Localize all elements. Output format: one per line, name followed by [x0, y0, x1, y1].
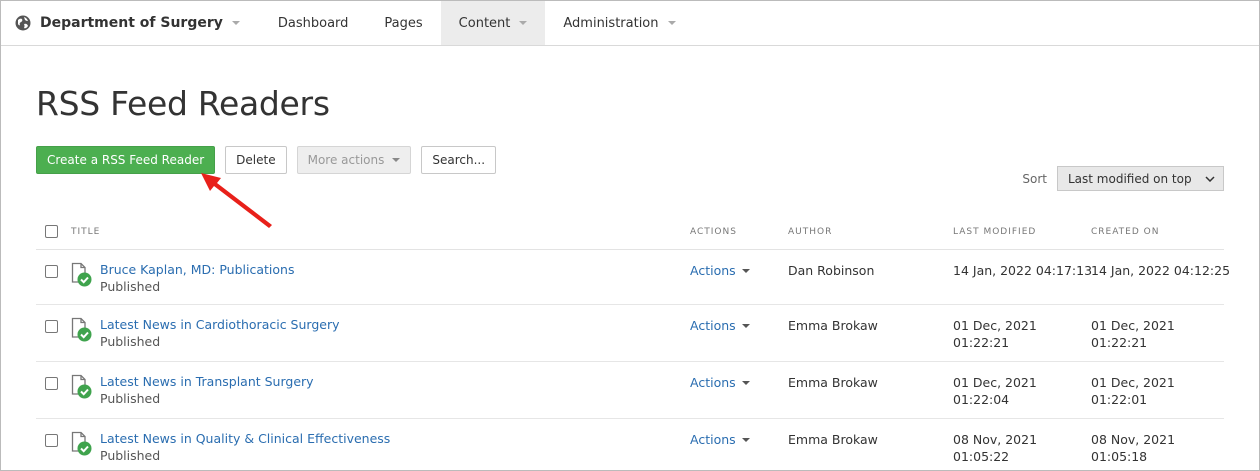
chevron-down-icon [741, 437, 750, 442]
table-row: Bruce Kaplan, MD: Publications Published… [36, 250, 1230, 305]
last-modified-time: 01:22:21 [953, 335, 1010, 350]
published-document-icon [71, 431, 92, 456]
more-actions-button[interactable]: More actions [296, 146, 412, 174]
row-checkbox[interactable] [45, 377, 58, 390]
table-row: Latest News in Cardiothoracic Surgery Pu… [36, 305, 1224, 362]
sort-selected-value: Last modified on top [1068, 171, 1192, 186]
chevron-down-icon [741, 323, 750, 328]
row-actions-dropdown[interactable]: Actions [690, 263, 788, 278]
item-title-link[interactable]: Latest News in Transplant Surgery [100, 374, 314, 389]
created-on-date: 14 Jan, 2022 04:12:25 [1091, 263, 1231, 278]
row-checkbox[interactable] [45, 434, 58, 447]
last-modified-date: 14 Jan, 2022 04:17:13 [953, 263, 1093, 278]
table-header: TITLE ACTIONS AUTHOR LAST MODIFIED CREAT… [36, 215, 1224, 250]
column-author[interactable]: AUTHOR [788, 227, 953, 237]
row-actions-label: Actions [690, 432, 736, 447]
chevron-down-icon [519, 21, 528, 25]
item-title-link[interactable]: Bruce Kaplan, MD: Publications [100, 262, 294, 277]
column-title[interactable]: TITLE [71, 227, 690, 237]
last-modified-time: 01:05:22 [953, 449, 1010, 464]
row-actions-dropdown[interactable]: Actions [690, 432, 788, 447]
chevron-down-icon [392, 158, 401, 162]
column-actions: ACTIONS [690, 227, 737, 237]
page-title: RSS Feed Readers [36, 84, 330, 123]
nav-content[interactable]: Content [440, 1, 546, 45]
last-modified-date: 01 Dec, 2021 [953, 318, 1037, 333]
status-text: Published [100, 391, 161, 406]
nav-administration[interactable]: Administration [545, 1, 693, 45]
status-text: Published [100, 448, 161, 463]
nav-dashboard[interactable]: Dashboard [260, 1, 367, 45]
content-table: TITLE ACTIONS AUTHOR LAST MODIFIED CREAT… [36, 215, 1230, 470]
status-text: Published [100, 279, 161, 294]
item-title-link[interactable]: Latest News in Quality & Clinical Effect… [100, 431, 390, 446]
row-actions-dropdown[interactable]: Actions [690, 318, 788, 333]
author-cell: Emma Brokaw [788, 432, 878, 447]
published-document-icon [71, 317, 92, 342]
row-actions-label: Actions [690, 318, 736, 333]
row-checkbox[interactable] [45, 265, 58, 278]
table-row: Latest News in Transplant Surgery Publis… [36, 362, 1224, 419]
nav-dashboard-label: Dashboard [277, 15, 349, 31]
author-cell: Emma Brokaw [788, 318, 878, 333]
nav-pages-label: Pages [384, 15, 423, 31]
created-on-time: 01:22:21 [1091, 335, 1148, 350]
last-modified-cell: 01 Dec, 2021 01:22:04 [953, 374, 1091, 408]
published-document-icon [71, 262, 92, 287]
column-last-modified[interactable]: LAST MODIFIED [953, 227, 1091, 237]
created-on-date: 01 Dec, 2021 [1091, 375, 1175, 390]
create-rss-feed-reader-button[interactable]: Create a RSS Feed Reader [36, 146, 216, 174]
more-actions-label: More actions [307, 153, 385, 167]
created-on-cell: 14 Jan, 2022 04:12:25 [1091, 262, 1230, 279]
created-on-time: 01:05:18 [1091, 449, 1148, 464]
globe-icon [15, 15, 31, 31]
sort-control: Sort Last modified on top [1022, 166, 1224, 191]
author-cell: Emma Brokaw [788, 375, 878, 390]
chevron-down-icon [741, 268, 750, 273]
author-cell: Dan Robinson [788, 263, 875, 278]
app-frame: Department of Surgery Dashboard Pages Co… [0, 0, 1260, 471]
last-modified-time: 01:22:04 [953, 392, 1010, 407]
sort-label: Sort [1022, 171, 1047, 186]
last-modified-cell: 08 Nov, 2021 01:05:22 [953, 431, 1091, 465]
search-button[interactable]: Search... [421, 146, 497, 174]
created-on-date: 08 Nov, 2021 [1091, 432, 1176, 447]
item-title-link[interactable]: Latest News in Cardiothoracic Surgery [100, 317, 339, 332]
created-on-cell: 01 Dec, 2021 01:22:01 [1091, 374, 1224, 408]
status-text: Published [100, 334, 161, 349]
created-on-time: 01:22:01 [1091, 392, 1148, 407]
created-on-date: 01 Dec, 2021 [1091, 318, 1175, 333]
row-checkbox[interactable] [45, 320, 58, 333]
last-modified-date: 01 Dec, 2021 [953, 375, 1037, 390]
nav-administration-label: Administration [563, 15, 659, 31]
row-actions-dropdown[interactable]: Actions [690, 375, 788, 390]
row-actions-label: Actions [690, 263, 736, 278]
nav-content-label: Content [458, 15, 511, 31]
chevron-down-icon [667, 21, 676, 25]
row-actions-label: Actions [690, 375, 736, 390]
last-modified-cell: 14 Jan, 2022 04:17:13 [953, 262, 1093, 279]
last-modified-date: 08 Nov, 2021 [953, 432, 1038, 447]
last-modified-cell: 01 Dec, 2021 01:22:21 [953, 317, 1091, 351]
select-all-checkbox[interactable] [45, 225, 58, 238]
column-created-on[interactable]: CREATED ON [1091, 227, 1224, 237]
chevron-down-icon [741, 380, 750, 385]
created-on-cell: 01 Dec, 2021 01:22:21 [1091, 317, 1224, 351]
table-row: Latest News in Quality & Clinical Effect… [36, 419, 1224, 470]
sort-select[interactable]: Last modified on top [1057, 166, 1224, 191]
site-switcher[interactable]: Department of Surgery [1, 1, 260, 45]
site-name: Department of Surgery [40, 15, 223, 31]
chevron-down-icon [231, 21, 240, 25]
published-document-icon [71, 374, 92, 399]
top-navigation: Department of Surgery Dashboard Pages Co… [1, 1, 1259, 46]
chevron-down-icon [1205, 175, 1215, 182]
nav-pages[interactable]: Pages [366, 1, 440, 45]
created-on-cell: 08 Nov, 2021 01:05:18 [1091, 431, 1224, 465]
